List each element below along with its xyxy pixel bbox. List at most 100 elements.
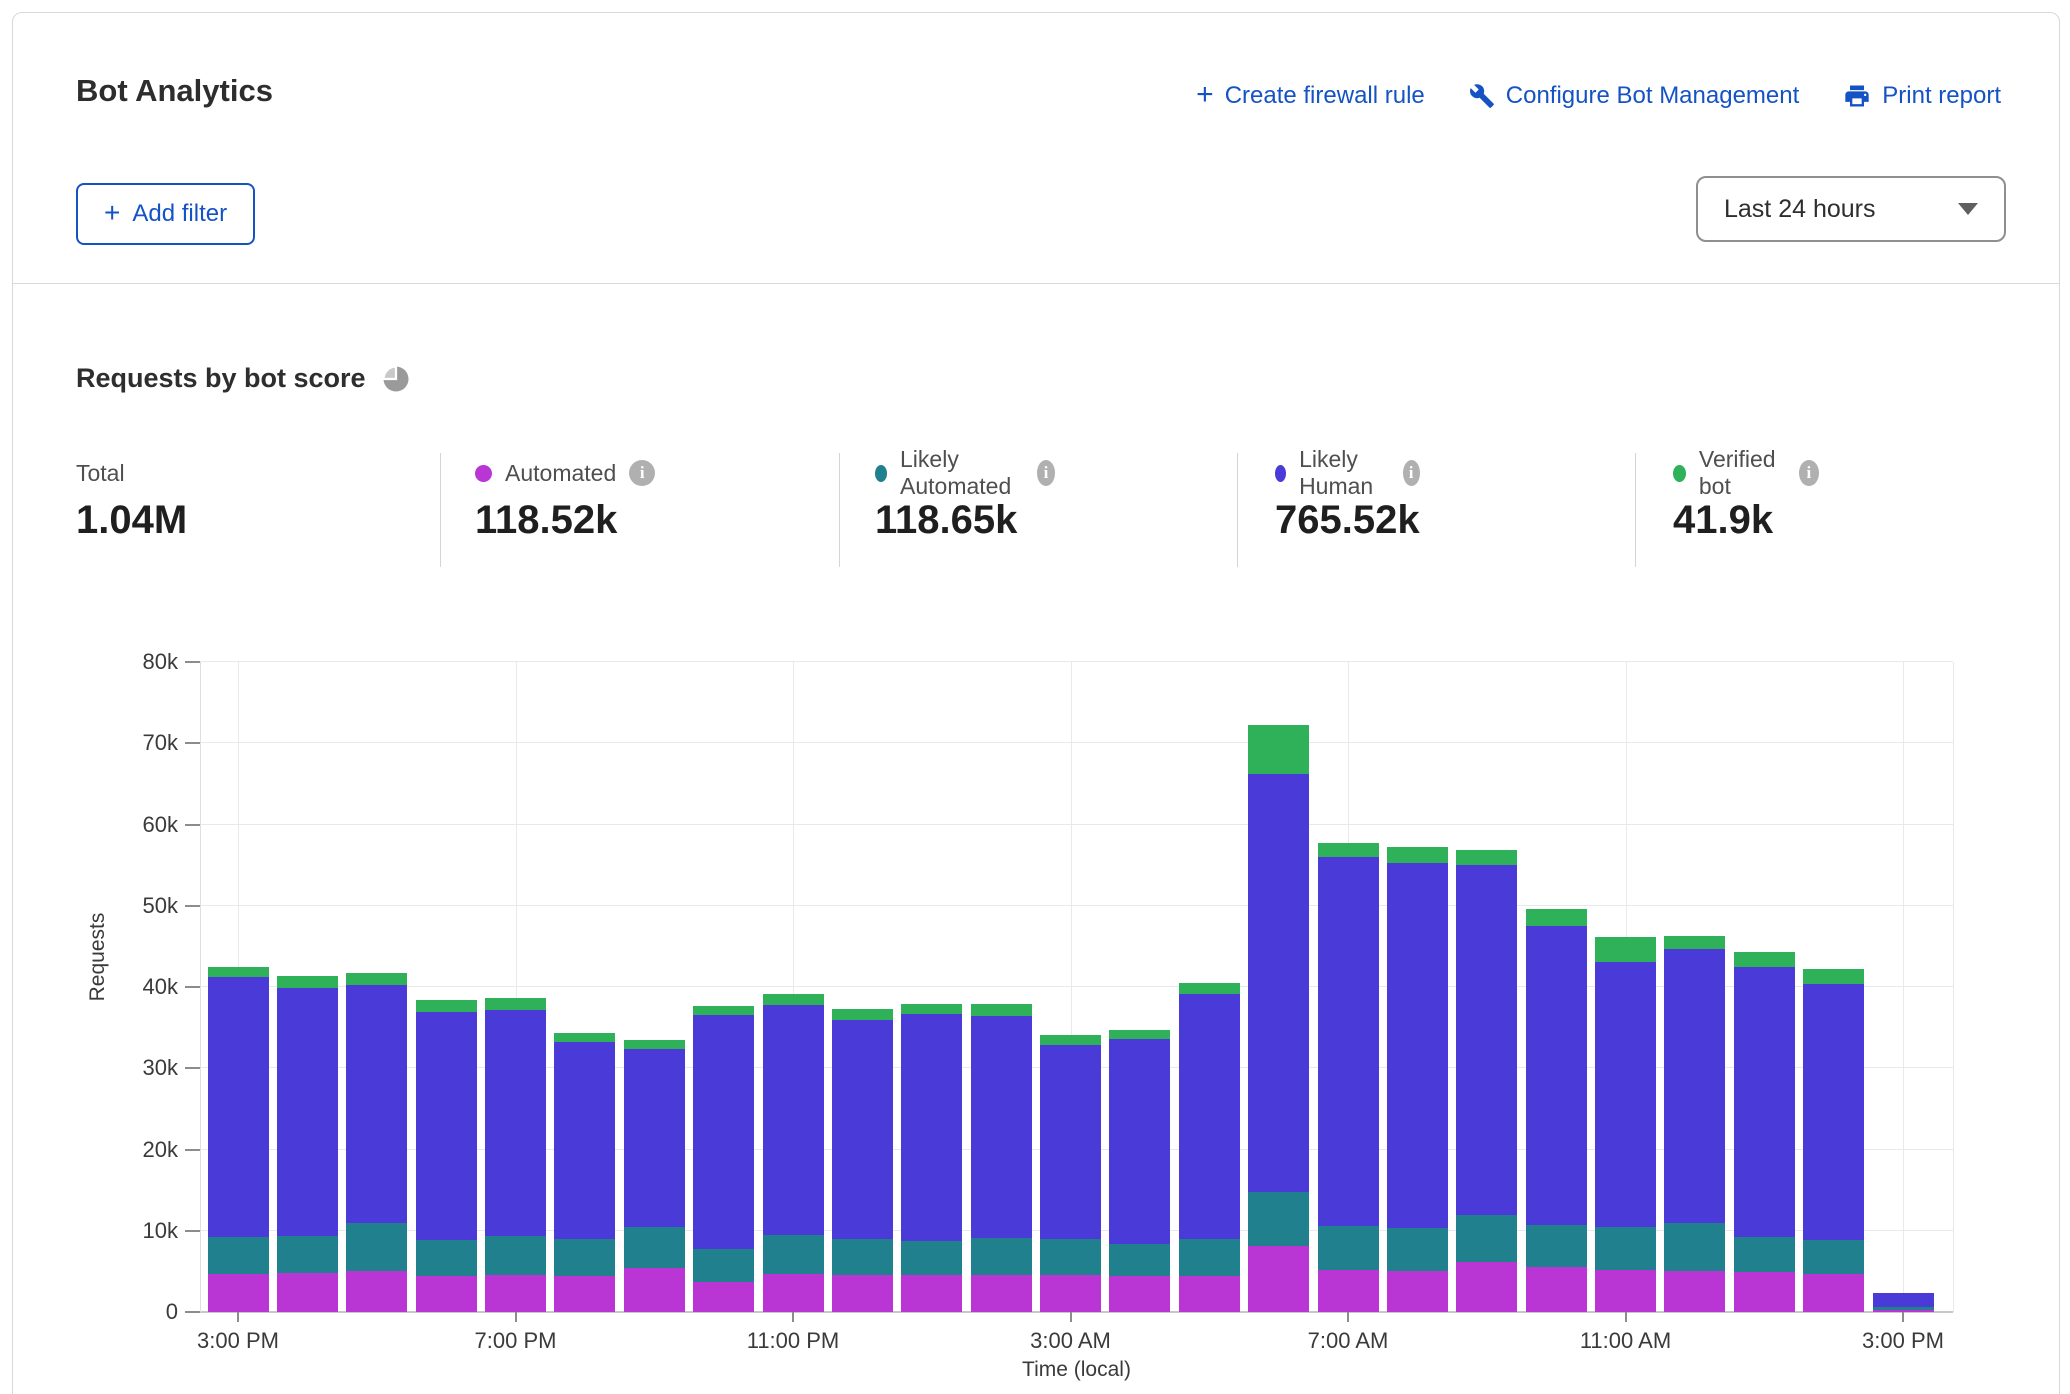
chart-bar-1-00-AM[interactable] [901, 1004, 962, 1312]
bar-segment-likely-automated [1040, 1239, 1101, 1276]
bar-segment-automated [624, 1268, 685, 1312]
bar-segment-likely-automated [485, 1236, 546, 1274]
chart-bar-7-00-AM[interactable] [1318, 843, 1379, 1312]
bar-segment-verified-bot [277, 976, 338, 987]
bar-segment-automated [901, 1275, 962, 1312]
chart-bar-3-00-AM[interactable] [1040, 1035, 1101, 1312]
bar-segment-likely-human [1873, 1293, 1934, 1307]
bar-segment-likely-human [1803, 984, 1864, 1240]
bar-segment-likely-automated [1664, 1223, 1725, 1270]
x-axis-tick [1625, 1312, 1627, 1322]
bar-segment-likely-automated [1387, 1228, 1448, 1271]
y-axis-line [200, 662, 201, 1312]
chart-bar-12-00-AM[interactable] [832, 1009, 893, 1312]
x-tick-label: 3:00 PM [148, 1328, 328, 1354]
y-tick-label: 10k [100, 1218, 178, 1244]
chart-bar-9-00-AM[interactable] [1456, 850, 1517, 1312]
bar-segment-likely-human [1040, 1045, 1101, 1239]
y-axis-tick [185, 742, 200, 744]
bar-segment-automated [1595, 1270, 1656, 1312]
chart-bar-5-00-PM[interactable] [346, 973, 407, 1312]
chart-bar-4-00-PM[interactable] [277, 976, 338, 1312]
bar-segment-likely-automated [693, 1249, 754, 1282]
chart-bar-10-00-AM[interactable] [1526, 909, 1587, 1312]
requests-chart: 010k20k30k40k50k60k70k80k3:00 PM7:00 PM1… [0, 0, 2070, 1394]
bar-segment-likely-automated [1109, 1244, 1170, 1277]
bar-segment-likely-automated [624, 1227, 685, 1268]
x-tick-label: 3:00 AM [981, 1328, 1161, 1354]
chart-bar-5-00-AM[interactable] [1179, 983, 1240, 1312]
bar-segment-automated [693, 1282, 754, 1312]
bar-segment-likely-human [416, 1012, 477, 1240]
bar-segment-verified-bot [1595, 937, 1656, 962]
bar-segment-likely-human [1456, 865, 1517, 1214]
bar-segment-likely-human [971, 1016, 1032, 1238]
bot-analytics-page: Bot Analytics + Create firewall rule Con… [0, 0, 2070, 1394]
x-tick-label: 7:00 PM [426, 1328, 606, 1354]
chart-bar-11-00-AM[interactable] [1595, 937, 1656, 1312]
bar-segment-automated [1803, 1274, 1864, 1312]
bar-segment-likely-human [1109, 1039, 1170, 1244]
bar-segment-likely-human [1526, 926, 1587, 1225]
chart-bar-9-00-PM[interactable] [624, 1040, 685, 1312]
gridline-v [1903, 662, 1904, 1312]
plot-right-border [1953, 662, 1954, 1312]
y-axis-tick [185, 1149, 200, 1151]
bar-segment-verified-bot [1387, 847, 1448, 862]
bar-segment-automated [971, 1275, 1032, 1312]
chart-bar-8-00-PM[interactable] [554, 1033, 615, 1312]
bar-segment-likely-automated [1734, 1237, 1795, 1272]
bar-segment-verified-bot [901, 1004, 962, 1014]
bar-segment-likely-human [346, 985, 407, 1222]
bar-segment-automated [1109, 1276, 1170, 1312]
x-axis-tick [515, 1312, 517, 1322]
bar-segment-automated [208, 1274, 269, 1312]
x-axis-title: Time (local) [927, 1358, 1227, 1382]
chart-bar-7-00-PM[interactable] [485, 998, 546, 1312]
bar-segment-likely-automated [1179, 1239, 1240, 1276]
bar-segment-verified-bot [416, 1000, 477, 1012]
x-axis-tick [237, 1312, 239, 1322]
bar-segment-likely-human [901, 1014, 962, 1241]
chart-bar-2-00-AM[interactable] [971, 1004, 1032, 1312]
bar-segment-verified-bot [763, 994, 824, 1005]
chart-bar-11-00-PM[interactable] [763, 994, 824, 1312]
chart-bar-10-00-PM[interactable] [693, 1006, 754, 1312]
x-axis-tick [1070, 1312, 1072, 1322]
bar-segment-automated [346, 1271, 407, 1312]
bar-segment-likely-automated [277, 1236, 338, 1273]
y-axis-tick [185, 1067, 200, 1069]
bar-segment-verified-bot [208, 967, 269, 978]
bar-segment-verified-bot [693, 1006, 754, 1016]
bar-segment-verified-bot [832, 1009, 893, 1020]
y-tick-label: 0 [100, 1299, 178, 1325]
bar-segment-automated [832, 1275, 893, 1312]
chart-bar-1-00-PM[interactable] [1734, 952, 1795, 1312]
bar-segment-likely-automated [554, 1239, 615, 1276]
bar-segment-likely-automated [1318, 1226, 1379, 1270]
bar-segment-likely-human [208, 977, 269, 1237]
chart-bar-4-00-AM[interactable] [1109, 1030, 1170, 1312]
bar-segment-likely-human [554, 1042, 615, 1239]
bar-segment-likely-automated [1456, 1215, 1517, 1262]
bar-segment-automated [1526, 1267, 1587, 1312]
bar-segment-verified-bot [1664, 936, 1725, 949]
bar-segment-likely-automated [763, 1235, 824, 1274]
chart-bar-8-00-AM[interactable] [1387, 847, 1448, 1312]
x-tick-label: 7:00 AM [1258, 1328, 1438, 1354]
chart-bar-6-00-PM[interactable] [416, 1000, 477, 1312]
bar-segment-likely-human [763, 1005, 824, 1235]
chart-bar-3-00-PM[interactable] [208, 967, 269, 1312]
bar-segment-verified-bot [1179, 983, 1240, 994]
bar-segment-verified-bot [485, 998, 546, 1010]
chart-bar-6-00-AM[interactable] [1248, 725, 1309, 1312]
y-tick-label: 30k [100, 1055, 178, 1081]
chart-bar-2-00-PM[interactable] [1803, 969, 1864, 1312]
chart-bar-12-00-PM[interactable] [1664, 936, 1725, 1312]
bar-segment-likely-human [1179, 994, 1240, 1239]
bar-segment-verified-bot [1318, 843, 1379, 857]
bar-segment-verified-bot [1456, 850, 1517, 865]
bar-segment-automated [277, 1273, 338, 1312]
y-tick-label: 20k [100, 1137, 178, 1163]
chart-bar-3-00-PM[interactable] [1873, 1293, 1934, 1313]
